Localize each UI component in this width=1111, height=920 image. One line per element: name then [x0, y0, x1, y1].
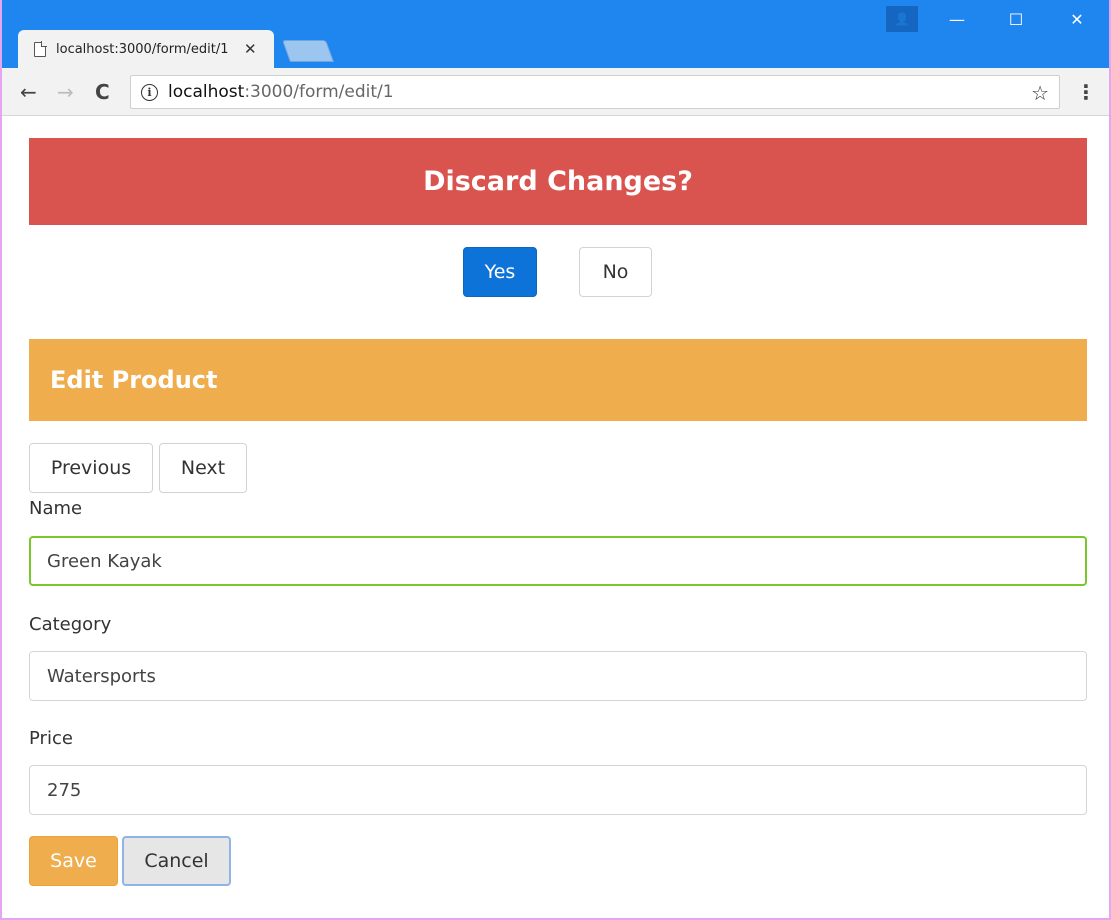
maximize-icon[interactable]: ☐ [1001, 10, 1031, 29]
back-icon[interactable]: ← [20, 80, 37, 104]
discard-changes-banner: Discard Changes? [29, 138, 1087, 225]
profile-icon[interactable]: 👤 [886, 6, 918, 32]
category-label: Category [29, 614, 112, 635]
edit-product-banner: Edit Product [29, 339, 1087, 421]
name-label: Name [29, 498, 83, 519]
url-path: :3000/form/edit/1 [244, 82, 394, 102]
info-icon[interactable]: i [141, 83, 158, 101]
no-button[interactable]: No [579, 247, 652, 297]
browser-menu-icon[interactable]: ⋮ [1076, 80, 1096, 104]
tab-close-icon[interactable]: ✕ [244, 40, 257, 58]
price-input[interactable] [29, 765, 1087, 815]
url-host: localhost [168, 82, 245, 102]
close-window-icon[interactable]: ✕ [1062, 10, 1092, 29]
price-label: Price [29, 728, 73, 749]
forward-icon[interactable]: → [57, 80, 74, 104]
url-text: localhost:3000/form/edit/1 [168, 82, 394, 102]
name-input[interactable] [29, 536, 1087, 586]
browser-window: localhost:3000/form/edit/1 ✕ 👤 — ☐ ✕ ← →… [0, 0, 1111, 920]
address-bar[interactable]: i localhost:3000/form/edit/1 ☆ [130, 75, 1060, 109]
reload-icon[interactable]: C [95, 80, 110, 104]
save-button[interactable]: Save [29, 836, 118, 886]
minimize-icon[interactable]: — [942, 10, 972, 29]
discard-changes-title: Discard Changes? [423, 166, 693, 197]
yes-button[interactable]: Yes [463, 247, 537, 297]
tab-title: localhost:3000/form/edit/1 [56, 41, 229, 57]
bookmark-star-icon[interactable]: ☆ [1031, 81, 1049, 105]
previous-button[interactable]: Previous [29, 443, 153, 493]
edit-product-title: Edit Product [50, 366, 218, 394]
browser-toolbar: ← → C i localhost:3000/form/edit/1 ☆ ⋮ [2, 68, 1109, 116]
cancel-button[interactable]: Cancel [122, 836, 231, 886]
category-input[interactable] [29, 651, 1087, 701]
page-icon [34, 41, 47, 57]
title-bar: localhost:3000/form/edit/1 ✕ 👤 — ☐ ✕ [2, 0, 1109, 68]
browser-tab[interactable]: localhost:3000/form/edit/1 ✕ [18, 30, 274, 68]
new-tab-button[interactable] [281, 40, 335, 62]
next-button[interactable]: Next [159, 443, 247, 493]
